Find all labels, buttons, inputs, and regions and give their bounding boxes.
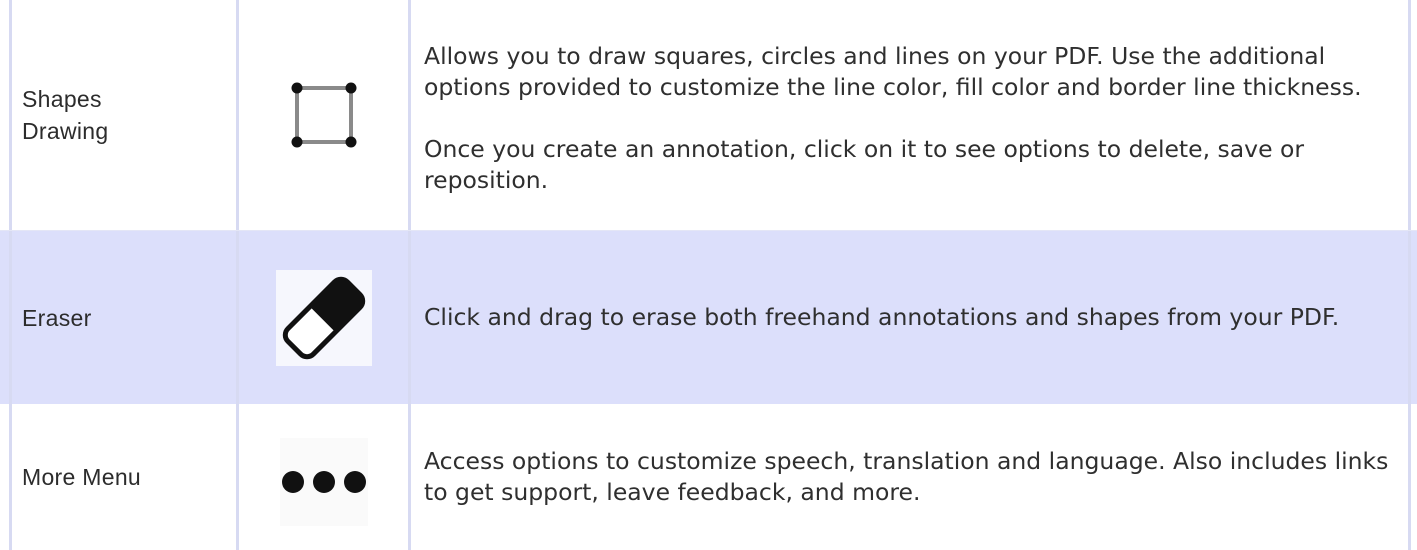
feature-name-cell: Eraser bbox=[9, 231, 236, 404]
feature-name: Shapes Drawing bbox=[22, 86, 109, 144]
feature-description: Click and drag to erase both freehand an… bbox=[424, 303, 1340, 331]
feature-name: Eraser bbox=[22, 304, 92, 331]
feature-description-cell: Allows you to draw squares, circles and … bbox=[408, 0, 1408, 230]
feature-name: More Menu bbox=[22, 464, 142, 490]
table-row-eraser: Eraser Click and drag to erase both free… bbox=[0, 230, 1417, 404]
feature-description: Allows you to draw squares, circles and … bbox=[424, 41, 1362, 101]
eraser-icon bbox=[275, 269, 372, 366]
table-row-shapes-drawing: Shapes Drawing Allows you to draw square… bbox=[0, 0, 1417, 230]
feature-icon-cell bbox=[236, 0, 408, 230]
feature-description: Access options to customize speech, tran… bbox=[424, 447, 1389, 506]
table-edge bbox=[1408, 404, 1417, 550]
feature-description-note: Once you create an annotation, click on … bbox=[424, 134, 1305, 194]
feature-description-cell: Click and drag to erase both freehand an… bbox=[408, 231, 1408, 404]
feature-name-cell: Shapes Drawing bbox=[9, 0, 236, 230]
table-row-more-menu: More Menu Access options to customize sp… bbox=[0, 404, 1417, 550]
rectangle-shape-icon bbox=[286, 77, 362, 153]
feature-icon-cell bbox=[236, 404, 408, 550]
table-edge bbox=[1408, 0, 1417, 230]
feature-description-cell: Access options to customize speech, tran… bbox=[408, 404, 1408, 550]
feature-table: Shapes Drawing Allows you to draw square… bbox=[0, 0, 1417, 550]
more-dots-icon bbox=[279, 438, 368, 526]
table-edge bbox=[1408, 231, 1417, 404]
feature-name-cell: More Menu bbox=[9, 404, 236, 550]
feature-icon-cell bbox=[236, 231, 408, 404]
